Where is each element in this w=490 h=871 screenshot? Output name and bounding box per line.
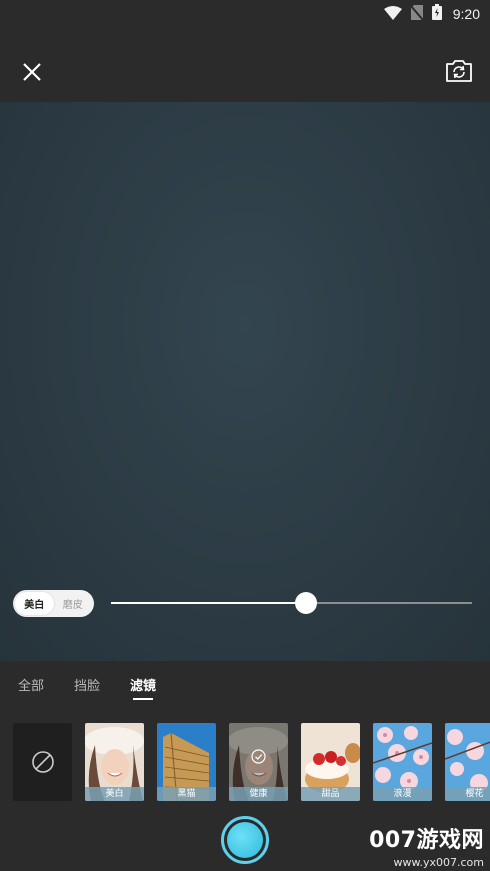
filter-label: 甜品 (301, 787, 360, 801)
tab-face-cover[interactable]: 挡脸 (74, 675, 100, 695)
category-tabs: 全部 挡脸 滤镜 (18, 675, 156, 700)
watermark-title: 007游戏网 (369, 828, 484, 853)
close-button[interactable] (18, 58, 46, 86)
tab-filter[interactable]: 滤镜 (130, 675, 156, 700)
toggle-smooth[interactable]: 磨皮 (54, 592, 93, 615)
battery-icon (431, 4, 442, 24)
wifi-icon (383, 5, 402, 24)
tab-all[interactable]: 全部 (18, 675, 44, 695)
filter-sakura[interactable]: 樱花 (445, 723, 490, 801)
beauty-mode-toggle[interactable]: 美白 磨皮 (13, 590, 94, 617)
camera-preview[interactable] (0, 102, 490, 661)
filter-black-cat[interactable]: 黑猫 (157, 723, 216, 801)
slider-thumb[interactable] (294, 592, 317, 614)
switch-camera-button[interactable] (444, 57, 474, 85)
toggle-whiten[interactable]: 美白 (15, 592, 54, 615)
filter-none[interactable] (13, 723, 72, 801)
filter-healthy[interactable]: 健康 (229, 723, 288, 801)
filter-label: 黑猫 (157, 787, 216, 801)
filter-dessert[interactable]: 甜品 (301, 723, 360, 801)
no-sim-icon (409, 4, 424, 24)
status-icons: 9:20 (383, 4, 480, 24)
status-bar: 9:20 (0, 0, 490, 28)
check-icon (251, 749, 266, 764)
filter-label: 健康 (229, 787, 288, 801)
camera-switch-icon (446, 60, 472, 82)
none-icon (31, 751, 54, 773)
top-bar (0, 28, 490, 102)
filter-label: 樱花 (445, 787, 490, 801)
filter-label: 浪漫 (373, 787, 432, 801)
shutter-inner (227, 822, 263, 858)
slider-fill (111, 602, 306, 604)
filter-label: 美白 (85, 787, 144, 801)
close-icon (23, 63, 41, 81)
filter-list[interactable]: 美白 黑猫 健康 甜品 浪漫 樱花 (13, 723, 490, 801)
shutter-button[interactable] (221, 816, 269, 864)
status-time: 9:20 (452, 6, 480, 22)
watermark-url: www.yx007.com (393, 856, 484, 869)
filter-romance[interactable]: 浪漫 (373, 723, 432, 801)
watermark: 007游戏网 www.yx007.com (369, 822, 484, 869)
filter-whiten[interactable]: 美白 (85, 723, 144, 801)
beauty-level-slider[interactable] (111, 592, 472, 614)
